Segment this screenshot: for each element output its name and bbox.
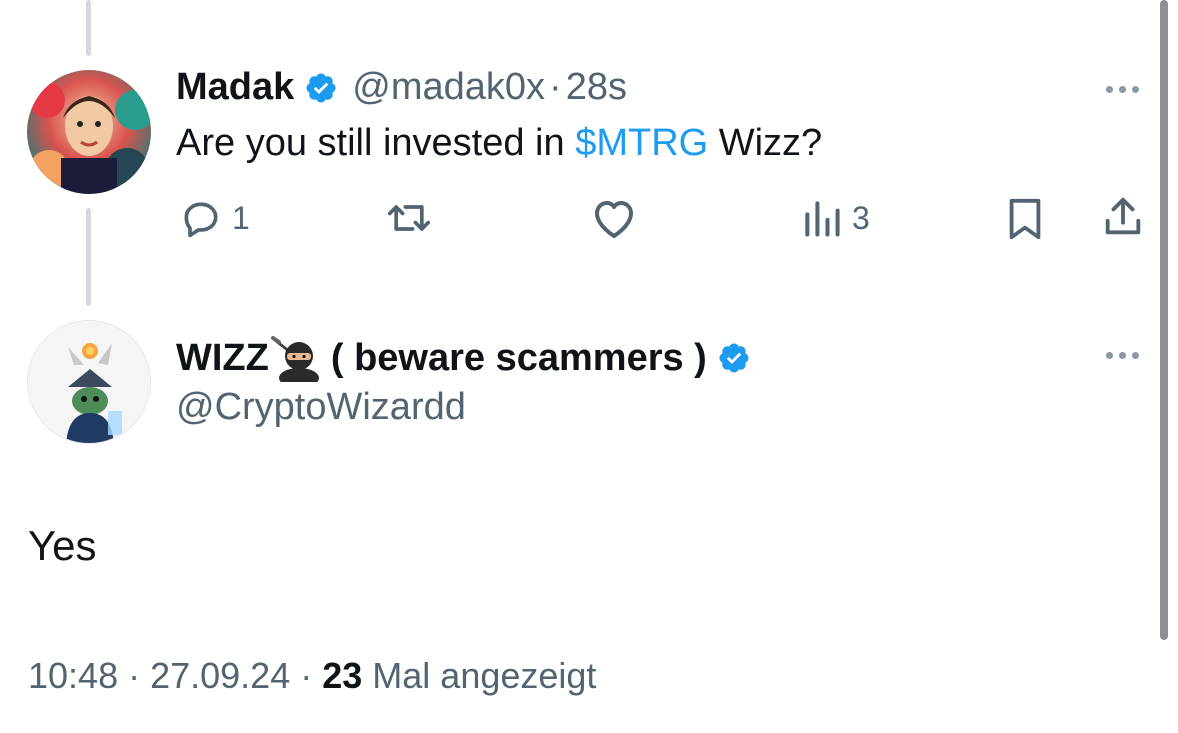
tweet2-name-suffix[interactable]: ( beware scammers ): [331, 337, 707, 380]
tweet1-text-after: Wizz?: [708, 122, 823, 164]
thread-line-middle: [86, 208, 91, 306]
tweet2-more-button[interactable]: [1106, 352, 1139, 359]
tweet1-display-name[interactable]: Madak: [176, 66, 294, 109]
more-icon-dot: [1132, 352, 1139, 359]
tweet1-header: Madak @madak0x · 28s: [176, 66, 627, 109]
like-button[interactable]: [590, 196, 646, 240]
views-count: 3: [852, 199, 870, 236]
footer-separator: ·: [290, 655, 323, 696]
views-icon: [805, 201, 840, 237]
footer-date[interactable]: 27.09.24: [150, 655, 290, 696]
more-icon-dot: [1132, 86, 1139, 93]
thread-line-top: [86, 0, 91, 56]
cashtag-link[interactable]: $MTRG: [575, 122, 708, 164]
tweet1-separator: ·: [549, 66, 562, 108]
tweet2-handle[interactable]: @CryptoWizardd: [176, 386, 466, 429]
tweet2-header: WIZZ ( beware scammers ): [176, 334, 751, 382]
tweet1-more-button[interactable]: [1106, 86, 1139, 93]
more-icon-dot: [1106, 352, 1113, 359]
reply-button[interactable]: 1: [178, 196, 250, 240]
retweet-button[interactable]: [383, 196, 443, 240]
footer-separator: ·: [118, 655, 151, 696]
scrollbar[interactable]: [1160, 0, 1168, 640]
share-button[interactable]: [1100, 194, 1146, 240]
more-icon-dot: [1119, 352, 1126, 359]
ninja-emoji-icon: [270, 336, 319, 382]
tweet1-time[interactable]: 28s: [566, 66, 627, 109]
wizz-avatar[interactable]: [27, 320, 151, 444]
reply-icon: [184, 202, 218, 238]
verified-badge-icon: [719, 343, 749, 373]
like-icon: [595, 201, 633, 238]
views-button[interactable]: 3: [800, 196, 870, 240]
footer-time[interactable]: 10:48: [28, 655, 118, 696]
tweet-footer: 10:48 · 27.09.24 · 23 Mal angezeigt: [28, 655, 596, 697]
tweet2-text: Yes: [28, 522, 97, 569]
tweet2-display-name[interactable]: WIZZ: [176, 337, 269, 380]
tweet1-text-before: Are you still invested in: [176, 122, 576, 164]
reply-count: 1: [232, 199, 250, 236]
footer-views-count[interactable]: 23: [322, 655, 362, 696]
verified-badge-icon: [306, 72, 336, 103]
tweet1-handle[interactable]: @madak0x: [352, 66, 545, 109]
more-icon-dot: [1119, 86, 1126, 93]
share-icon: [1105, 197, 1141, 235]
more-icon-dot: [1106, 86, 1113, 93]
madak-avatar[interactable]: [27, 70, 151, 194]
tweet1-text: Are you still invested in $MTRG Wizz?: [176, 122, 822, 165]
retweet-icon: [387, 205, 431, 231]
bookmark-icon: [1009, 198, 1041, 240]
bookmark-button[interactable]: [1004, 196, 1046, 242]
footer-views-label: Mal angezeigt: [362, 655, 597, 696]
